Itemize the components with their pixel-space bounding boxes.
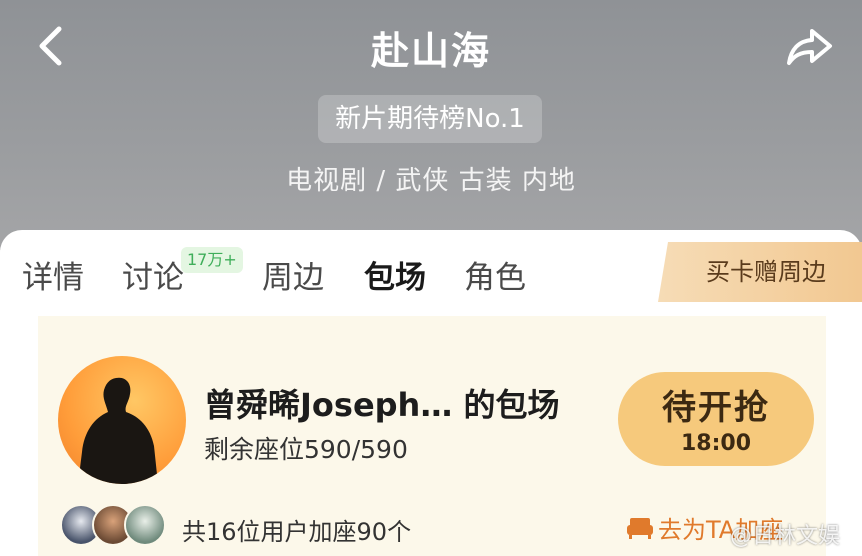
joined-users-avatars[interactable]: [60, 504, 180, 548]
remaining-seats: 剩余座位590/590: [204, 435, 408, 464]
grab-button-time: 18:00: [680, 431, 752, 456]
page-title: 赴山海: [370, 29, 491, 73]
grab-button-label: 待开抢: [662, 388, 770, 428]
genre-text: 电视剧 / 武侠 古装 内地: [286, 166, 576, 196]
sofa-icon: [627, 517, 653, 539]
grab-seat-button[interactable]: 待开抢 18:00: [618, 372, 814, 466]
host-name: 曾舜晞Joseph… 的包场: [204, 386, 560, 424]
avatar: [124, 504, 166, 546]
share-button[interactable]: [782, 22, 838, 70]
tab-characters[interactable]: 角色: [464, 252, 526, 297]
tab-discussion[interactable]: 讨论: [122, 252, 184, 297]
tab-merch[interactable]: 周边: [262, 252, 324, 297]
tab-bar: 详情 讨论 17万+ 周边 包场 角色 买卡赠周边: [0, 230, 862, 314]
tab-booking[interactable]: 包场: [364, 252, 426, 297]
host-avatar[interactable]: [58, 356, 186, 484]
buy-card-promo-button[interactable]: 买卡赠周边: [658, 242, 862, 302]
tab-details[interactable]: 详情: [22, 252, 84, 297]
share-arrow-icon: [787, 29, 832, 65]
booking-card: 曾舜晞Joseph… 的包场 剩余座位590/590 待开抢 18:00 共16…: [38, 316, 826, 556]
watermark: @日林文娱: [730, 524, 841, 549]
content-panel: 详情 讨论 17万+ 周边 包场 角色 买卡赠周边 曾舜晞Joseph… 的包场…: [0, 230, 862, 556]
silhouette-icon: [78, 377, 158, 484]
discussion-count-badge: 17万+: [181, 247, 243, 273]
hero-header: 赴山海 新片期待榜No.1 电视剧 / 武侠 古装 内地: [0, 0, 862, 250]
rank-badge[interactable]: 新片期待榜No.1: [318, 95, 542, 143]
joined-users-count: 共16位用户加座90个: [182, 518, 412, 546]
